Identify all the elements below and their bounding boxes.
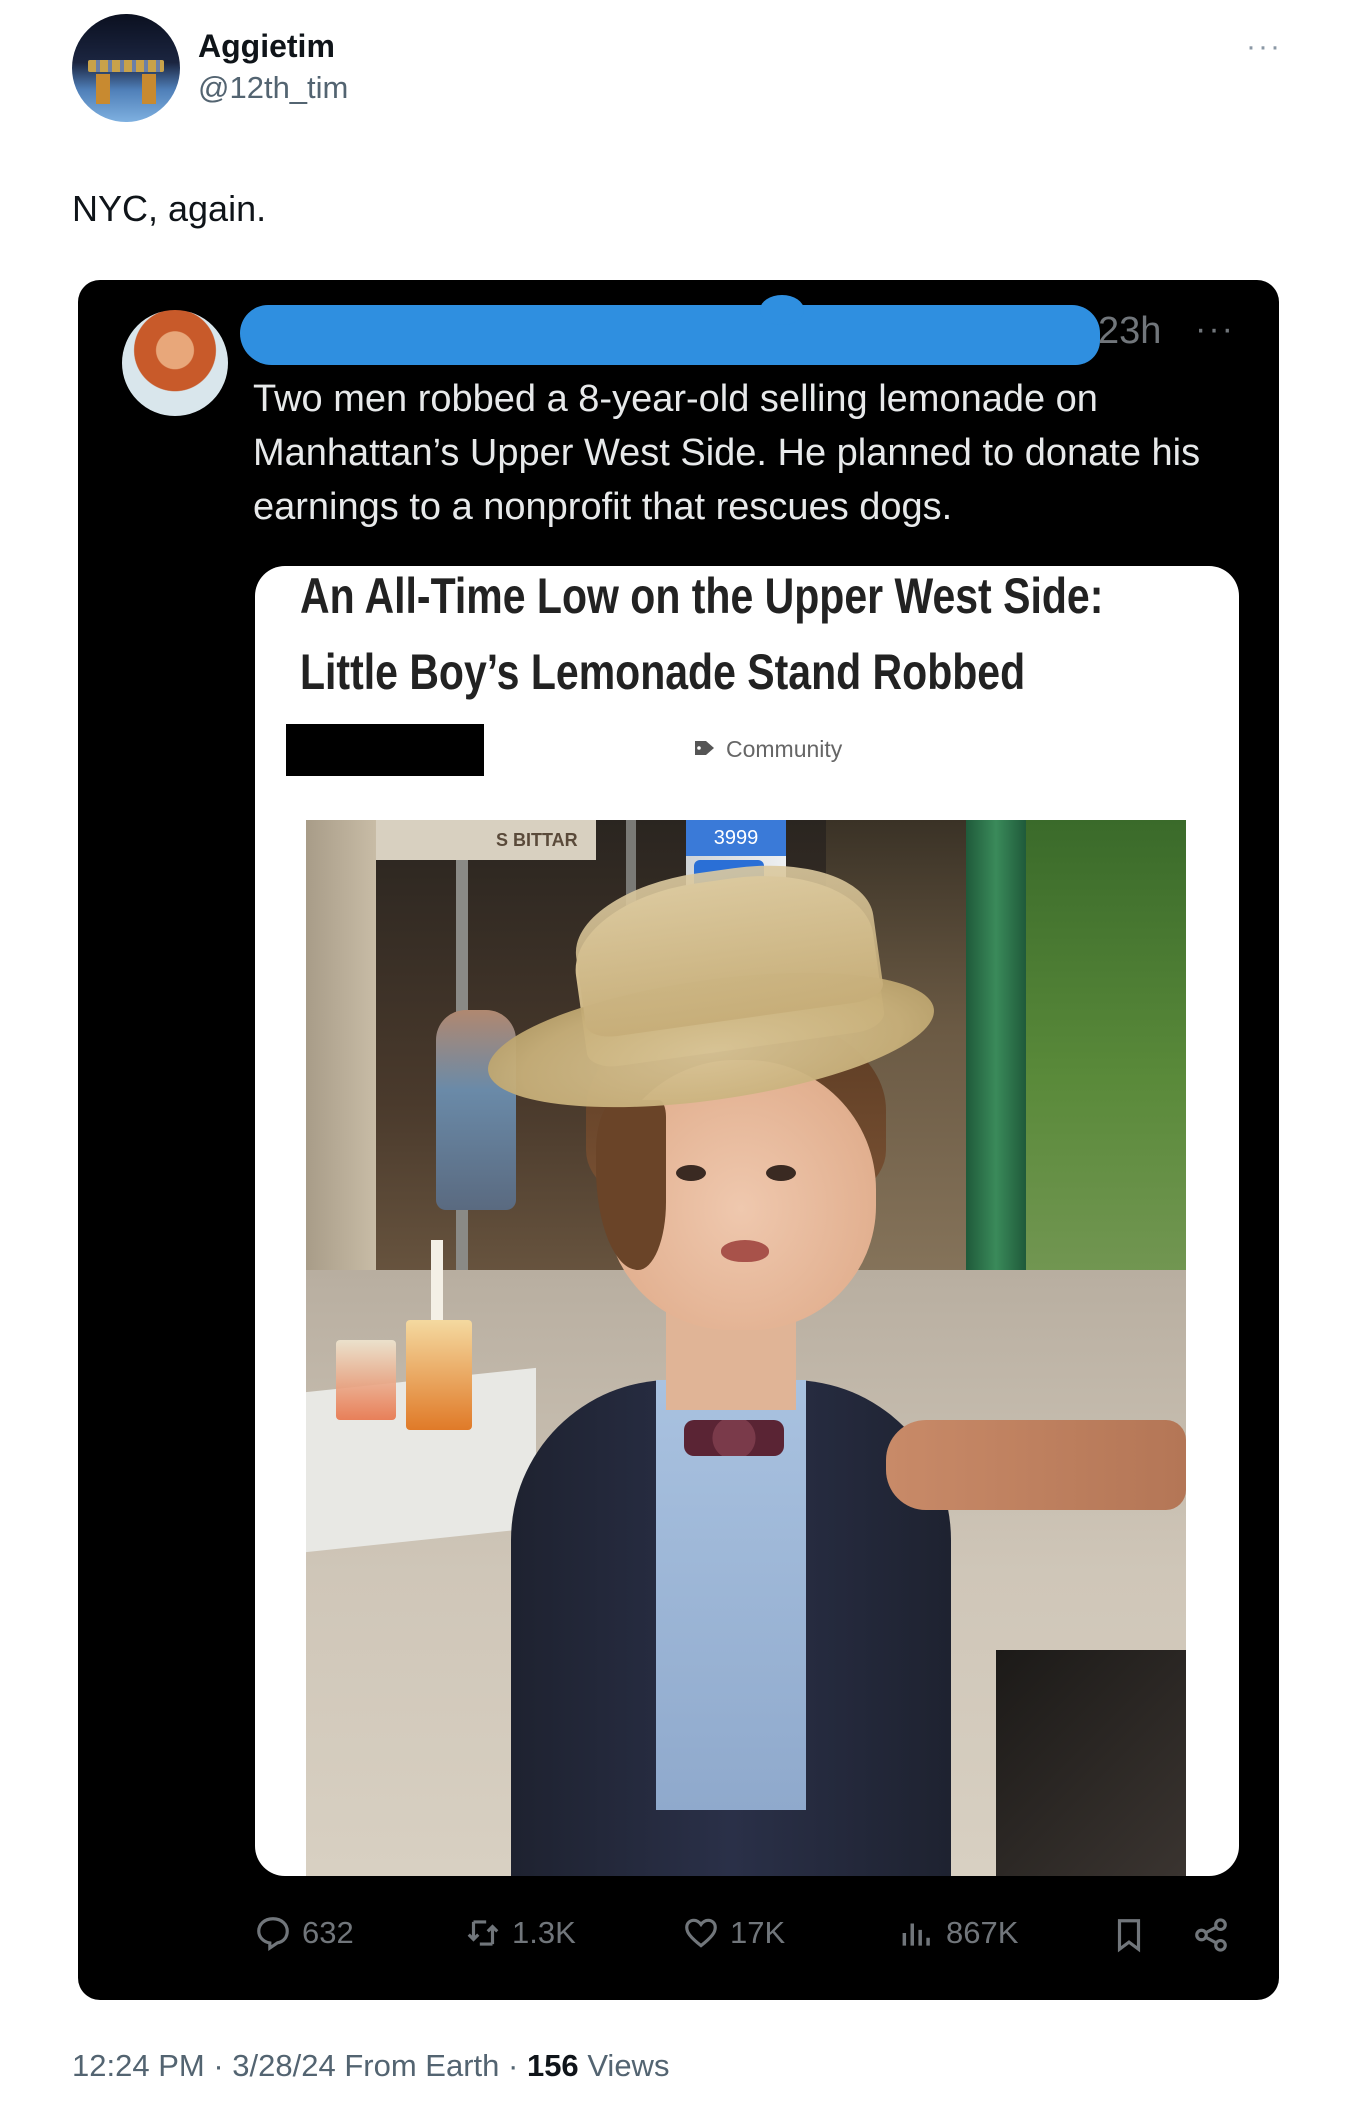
reply-icon [257,1917,289,1952]
headline-line-2: Little Boy’s Lemonade Stand Robbed [300,644,1026,700]
embedded-repost-count: 1.3K [464,1914,576,1952]
meta-separator-2: · [508,2048,519,2083]
embedded-like-count: 17K [682,1914,785,1952]
article-category: Community [726,736,843,762]
heart-icon [685,1918,717,1948]
article-headline: An All-Time Low on the Upper West Side: … [300,558,1104,710]
views-label[interactable]: Views [587,2048,669,2083]
embedded-reply-count: 632 [254,1914,354,1952]
embedded-author-avatar [122,310,228,416]
author-handle[interactable]: @12th_tim [198,70,348,106]
embedded-tweet-text: Two men robbed a 8-year-old selling lemo… [253,378,1201,528]
tag-icon [695,741,714,755]
repost-icon [467,1920,499,1946]
views-count[interactable]: 156 [527,2048,579,2083]
meta-separator: · [213,2048,224,2083]
tweet-source: From Earth [344,2048,500,2083]
more-options-icon[interactable]: ··· [1246,30,1282,64]
embedded-more-icon: ··· [1195,310,1235,348]
article-photo: S BITTAR 3999 P [306,820,1186,1876]
tweet-date[interactable]: 3/28/24 [232,2048,335,2083]
tweet-text: NYC, again. [72,188,267,229]
embedded-view-count: 867K [898,1914,1018,1952]
redacted-byline [286,724,484,776]
redacted-author-name [240,295,1100,365]
meter-number: 3999 [686,820,786,856]
embedded-timestamp: 23h [1098,310,1162,352]
author-avatar[interactable] [72,14,180,122]
tweet-time[interactable]: 12:24 PM [72,2048,205,2083]
headline-line-1: An All-Time Low on the Upper West Side: [300,568,1104,624]
author-display-name[interactable]: Aggietim [198,28,335,65]
awning-sign: S BITTAR [376,820,596,860]
share-icon [1195,1918,1227,1952]
view-count: 867K [946,1915,1019,1950]
tweet-meta: 12:24 PM · 3/28/24 From Earth · 156 View… [72,2048,669,2084]
views-chart-icon [902,1923,930,1946]
reply-count: 632 [302,1915,354,1950]
repost-count: 1.3K [512,1915,576,1950]
bookmark-icon [1117,1919,1141,1953]
like-count: 17K [730,1915,786,1950]
